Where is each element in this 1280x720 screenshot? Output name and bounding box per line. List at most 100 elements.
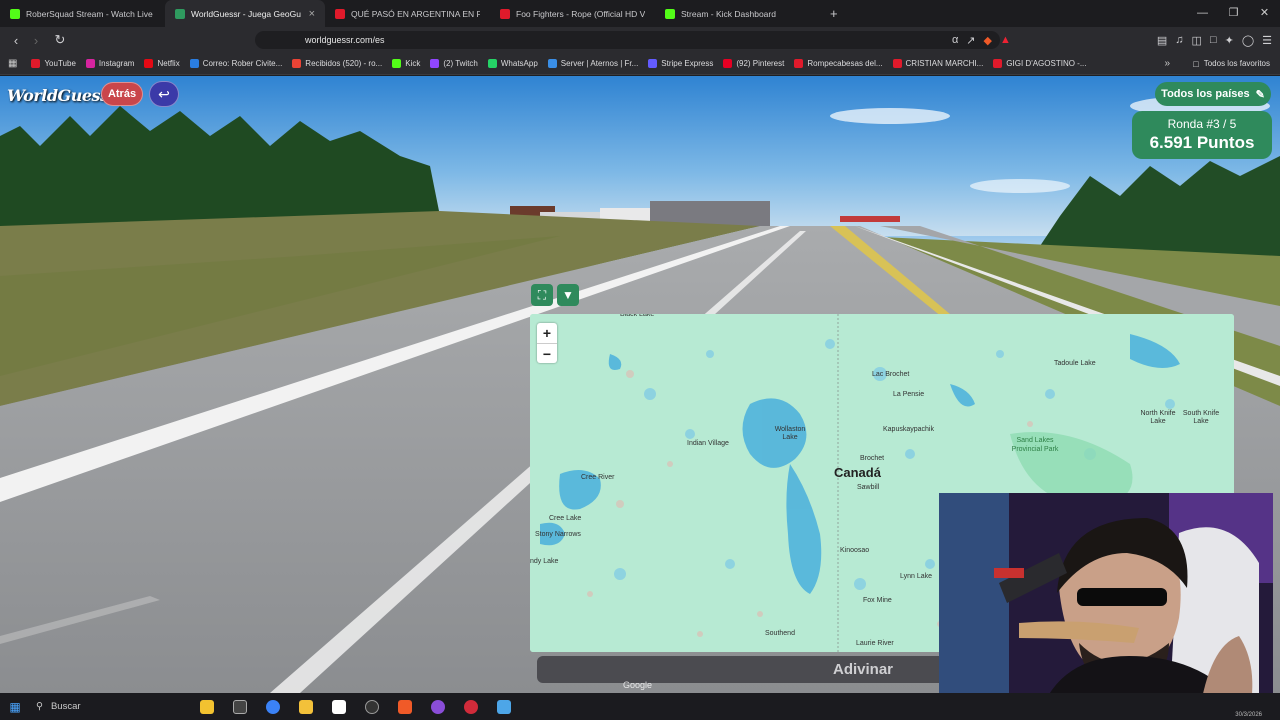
bookmark-label: Server | Aternos | Fr... bbox=[560, 59, 639, 68]
apps-grid-icon[interactable]: ▦ bbox=[8, 58, 17, 69]
zoom-control: + − bbox=[537, 323, 557, 363]
map-place-label: La Pensie bbox=[893, 391, 925, 398]
map-place-label: Kinoosao bbox=[840, 547, 870, 554]
rewards-icon[interactable]: ▲ bbox=[1000, 34, 1011, 46]
leo-icon[interactable]: ✦ bbox=[1225, 34, 1234, 47]
bookmark-item[interactable]: YouTube bbox=[31, 59, 76, 68]
bookmark-item[interactable]: Stripe Express bbox=[648, 59, 713, 68]
share-icon[interactable]: ↗ bbox=[966, 34, 975, 47]
media-icon[interactable]: ♫ bbox=[1175, 34, 1183, 46]
worldguessr-logo[interactable]: WorldGuessr bbox=[7, 86, 117, 105]
bookmark-item[interactable]: CRISTIAN MARCHI... bbox=[892, 59, 984, 68]
bookmark-item[interactable]: Netflix bbox=[144, 59, 180, 68]
zoom-out-button[interactable]: − bbox=[537, 343, 557, 363]
bookmark-item[interactable]: Recibidos (520) - ro... bbox=[292, 59, 382, 68]
address-bar[interactable]: worldguessr.com/es bbox=[255, 31, 1000, 49]
reader-icon[interactable]: ▤ bbox=[1157, 34, 1167, 47]
streamer-webcam-image bbox=[939, 493, 1273, 716]
bookmark-favicon-icon bbox=[392, 59, 402, 68]
map-place-label: Brochet bbox=[860, 455, 885, 462]
expand-map-icon[interactable]: ⛶ bbox=[531, 284, 553, 306]
bookmark-item[interactable]: WhatsApp bbox=[487, 59, 538, 68]
bookmark-item[interactable]: Rompecabesas del... bbox=[794, 59, 883, 68]
points-total: 6.591 Puntos bbox=[1149, 133, 1255, 152]
tab-title: Stream - Kick Dashboard bbox=[681, 8, 776, 19]
bookmark-label: (2) Twitch bbox=[443, 59, 478, 68]
browser-tab[interactable]: WorldGuessr - Juega GeoGuessr × bbox=[165, 0, 325, 27]
webcam-overlay bbox=[939, 493, 1273, 716]
search-icon: ⚲ bbox=[36, 701, 43, 712]
tab-favicon-icon bbox=[175, 8, 185, 19]
bookmark-label: CRISTIAN MARCHI... bbox=[905, 59, 984, 68]
reload-icon[interactable]: ↻ bbox=[50, 32, 70, 48]
browser-tab[interactable]: QUÉ PASÓ EN ARGENTINA EN FEBRE bbox=[325, 0, 490, 27]
google-watermark: Google bbox=[623, 680, 653, 690]
browser-tab[interactable]: RoberSquad Stream - Watch Live bbox=[0, 0, 165, 27]
all-countries-button[interactable]: Todos los países ✎ bbox=[1155, 82, 1271, 106]
zoom-in-button[interactable]: + bbox=[537, 323, 557, 343]
map-place-label: Kapuskaypachik bbox=[883, 426, 934, 433]
close-window-icon[interactable]: ✕ bbox=[1249, 0, 1280, 27]
map-place-label: Tadoule Lake bbox=[1054, 360, 1096, 367]
map-place-label: Wollaston Lake bbox=[774, 426, 806, 441]
close-tab-icon[interactable]: × bbox=[309, 8, 315, 20]
file-explorer-icon[interactable] bbox=[289, 699, 322, 714]
taskbar-search[interactable]: ⚲ Buscar bbox=[30, 701, 190, 712]
back-button[interactable]: Atrás bbox=[101, 82, 143, 106]
opera-icon[interactable] bbox=[454, 699, 487, 714]
minimize-icon[interactable]: — bbox=[1187, 0, 1218, 27]
browser-tab-strip: RoberSquad Stream - Watch Live WorldGuess… bbox=[0, 0, 1280, 27]
back-arrow-icon[interactable]: ‹ bbox=[6, 33, 26, 48]
pin-map-icon[interactable]: ▼ bbox=[557, 284, 579, 306]
tab-title: RoberSquad Stream - Watch Live bbox=[26, 8, 153, 19]
map-place-label: Fox Mine bbox=[863, 597, 892, 604]
bookmark-item[interactable]: (92) Pinterest bbox=[723, 59, 784, 68]
bookmark-label: Netflix bbox=[157, 59, 180, 68]
map-place-label: Indian Village bbox=[687, 440, 729, 447]
brave-icon[interactable] bbox=[388, 699, 421, 714]
steam-icon[interactable] bbox=[487, 699, 520, 714]
url-text: worldguessr.com/es bbox=[305, 35, 385, 45]
store-icon[interactable] bbox=[322, 699, 355, 714]
bookmark-item[interactable]: Kick bbox=[392, 59, 420, 68]
window-controls: — ❐ ✕ bbox=[1187, 0, 1280, 27]
brave-shield-icon[interactable]: ◆ bbox=[984, 34, 992, 47]
map-place-label: Lac Brochet bbox=[872, 371, 910, 378]
tab-favicon-icon bbox=[500, 8, 510, 19]
chrome-icon[interactable] bbox=[256, 699, 289, 714]
new-tab-icon[interactable]: + bbox=[820, 0, 848, 27]
bookmark-favicon-icon bbox=[487, 59, 497, 68]
taskbar-clock: 30/3/2026 bbox=[1235, 712, 1262, 718]
bookmark-item[interactable]: GIGI D'AGOSTINO -... bbox=[993, 59, 1087, 68]
guess-button[interactable]: Adivinar bbox=[537, 656, 947, 683]
bookmark-favicon-icon bbox=[144, 59, 154, 68]
bookmark-item[interactable]: (2) Twitch bbox=[430, 59, 478, 68]
vpn-icon[interactable]: ◯ bbox=[1242, 34, 1254, 47]
windows-start-icon[interactable]: ▦ bbox=[0, 700, 30, 714]
more-bookmarks-icon[interactable]: » bbox=[1164, 58, 1170, 69]
restore-icon[interactable]: ❐ bbox=[1218, 0, 1249, 27]
browser-tab[interactable]: Stream - Kick Dashboard bbox=[655, 0, 820, 27]
sidebar-icon[interactable]: ◫ bbox=[1192, 34, 1202, 47]
obs-icon[interactable] bbox=[355, 699, 388, 714]
bookmark-label: Correo: Rober Civite... bbox=[202, 59, 283, 68]
forward-arrow-icon[interactable]: › bbox=[26, 33, 46, 48]
widgets-icon[interactable] bbox=[190, 699, 223, 714]
tab-favicon-icon bbox=[665, 8, 675, 19]
return-arrow-icon: ↩ bbox=[158, 85, 170, 102]
bookmark-item[interactable]: Instagram bbox=[85, 59, 134, 68]
map-place-label: Southend bbox=[765, 630, 795, 637]
all-favorites[interactable]: □ Todos los favoritos bbox=[1193, 59, 1270, 69]
task-view-icon[interactable] bbox=[223, 699, 256, 714]
browser-tab[interactable]: Foo Fighters - Rope (Official HD V bbox=[490, 0, 655, 27]
menu-icon[interactable]: ☰ bbox=[1262, 34, 1272, 47]
bookmark-item[interactable]: Server | Aternos | Fr... bbox=[547, 59, 639, 68]
return-to-start-button[interactable]: ↩ bbox=[149, 81, 179, 107]
toolbar-icons: α ↗ ◆ ▲ ▤ ♫ ◫ □ ✦ ◯ ☰ bbox=[952, 27, 1272, 53]
wallet-icon[interactable]: □ bbox=[1210, 34, 1217, 46]
discord-icon[interactable] bbox=[421, 699, 454, 714]
translate-icon[interactable]: α bbox=[952, 34, 958, 46]
map-place-label: Black Lake bbox=[620, 314, 655, 318]
map-toolbar: ⛶ ▼ bbox=[531, 284, 579, 306]
bookmark-item[interactable]: Correo: Rober Civite... bbox=[189, 59, 283, 68]
